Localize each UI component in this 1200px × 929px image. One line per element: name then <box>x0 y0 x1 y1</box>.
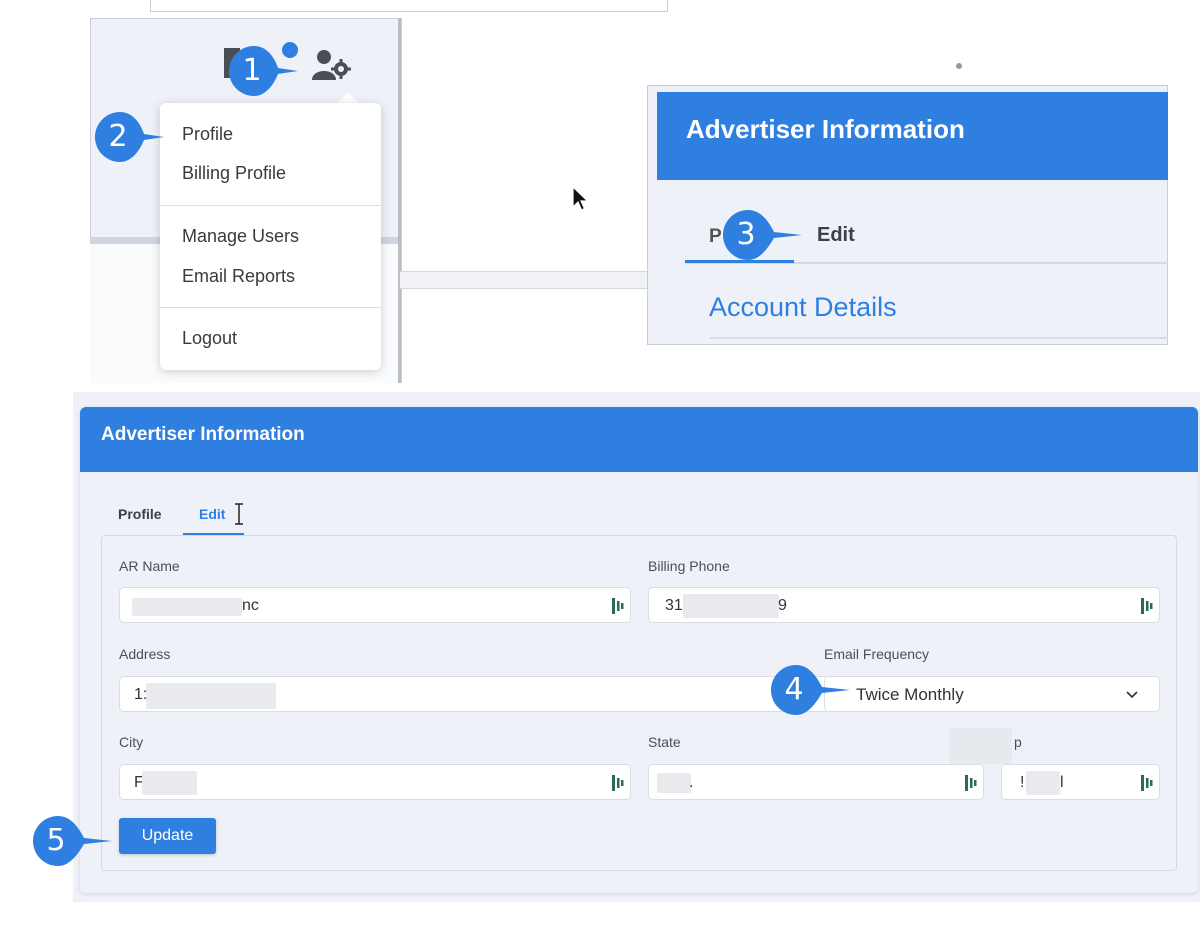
update-button[interactable]: Update <box>119 818 216 854</box>
zip-value-start: ! <box>1020 774 1025 791</box>
top-panel-edge <box>150 0 668 12</box>
ar-name-label: AR Name <box>119 558 180 574</box>
menu-separator <box>160 205 381 206</box>
form-title: Advertiser Information <box>101 424 305 445</box>
menu-caret <box>338 93 358 103</box>
state-label: State <box>648 734 681 750</box>
password-manager-icon[interactable] <box>965 775 977 791</box>
user-settings-icon[interactable] <box>310 48 352 82</box>
user-dropdown-menu: Profile Billing Profile Manage Users Ema… <box>160 103 381 370</box>
tab-edit[interactable]: Edit <box>817 224 855 247</box>
step-callout-4: 4 <box>764 663 850 717</box>
decorative-dot <box>956 63 962 69</box>
password-manager-icon[interactable] <box>1141 775 1153 791</box>
step-number: 3 <box>736 217 756 252</box>
redacted-text <box>657 773 691 793</box>
tab-edit[interactable]: Edit <box>199 506 225 522</box>
redacted-label <box>950 728 1012 764</box>
text-cursor-icon <box>235 503 243 525</box>
menu-item-profile[interactable]: Profile <box>182 124 233 145</box>
billing-phone-input[interactable]: 31 9 <box>648 587 1160 623</box>
step-number: 2 <box>108 119 128 154</box>
zip-input[interactable]: ! l <box>1001 764 1160 800</box>
zip-label: p <box>1014 734 1022 750</box>
menu-item-logout[interactable]: Logout <box>182 328 237 349</box>
step-callout-5: 5 <box>26 814 112 868</box>
step-number: 5 <box>46 823 66 858</box>
billing-phone-label: Billing Phone <box>648 558 730 574</box>
chevron-down-icon <box>1126 691 1138 699</box>
email-frequency-select[interactable]: Twice Monthly <box>824 676 1160 712</box>
password-manager-icon[interactable] <box>612 775 624 791</box>
step-callout-1: 1 <box>222 44 298 98</box>
redacted-text <box>142 771 197 795</box>
menu-item-billing-profile[interactable]: Billing Profile <box>182 163 286 184</box>
connector-band <box>400 272 648 288</box>
state-value: . <box>689 774 694 791</box>
billing-phone-value-start: 31 <box>665 597 683 614</box>
redacted-text <box>132 598 242 616</box>
redacted-text <box>146 683 276 709</box>
menu-separator <box>160 307 381 308</box>
state-input[interactable]: . <box>648 764 984 800</box>
redacted-text <box>683 594 779 618</box>
password-manager-icon[interactable] <box>1141 598 1153 614</box>
panel-border <box>398 18 401 383</box>
page-title: Advertiser Information <box>686 114 965 144</box>
menu-item-manage-users[interactable]: Manage Users <box>182 226 299 247</box>
step-number: 4 <box>784 672 804 707</box>
step-number: 1 <box>242 53 262 88</box>
billing-phone-value-end: 9 <box>778 597 787 614</box>
password-manager-icon[interactable] <box>612 598 624 614</box>
tab-profile[interactable]: Profile <box>118 506 162 522</box>
ar-name-input[interactable]: nc <box>119 587 631 623</box>
step-callout-2: 2 <box>88 110 164 164</box>
section-title: Account Details <box>709 292 897 322</box>
zip-value-end: l <box>1060 774 1064 791</box>
email-frequency-label: Email Frequency <box>824 646 930 662</box>
address-label: Address <box>119 646 171 662</box>
email-frequency-value: Twice Monthly <box>856 685 964 704</box>
step-callout-3: 3 <box>716 208 802 262</box>
menu-item-email-reports[interactable]: Email Reports <box>182 266 295 287</box>
address-input[interactable]: 1: <box>119 676 831 712</box>
connector-line <box>400 271 648 272</box>
city-input[interactable]: F <box>119 764 631 800</box>
redacted-text <box>1026 771 1060 795</box>
section-divider <box>710 337 1168 339</box>
city-label: City <box>119 734 144 750</box>
ar-name-value: nc <box>242 597 259 614</box>
mouse-pointer-icon <box>572 186 589 211</box>
connector-line <box>400 288 648 289</box>
